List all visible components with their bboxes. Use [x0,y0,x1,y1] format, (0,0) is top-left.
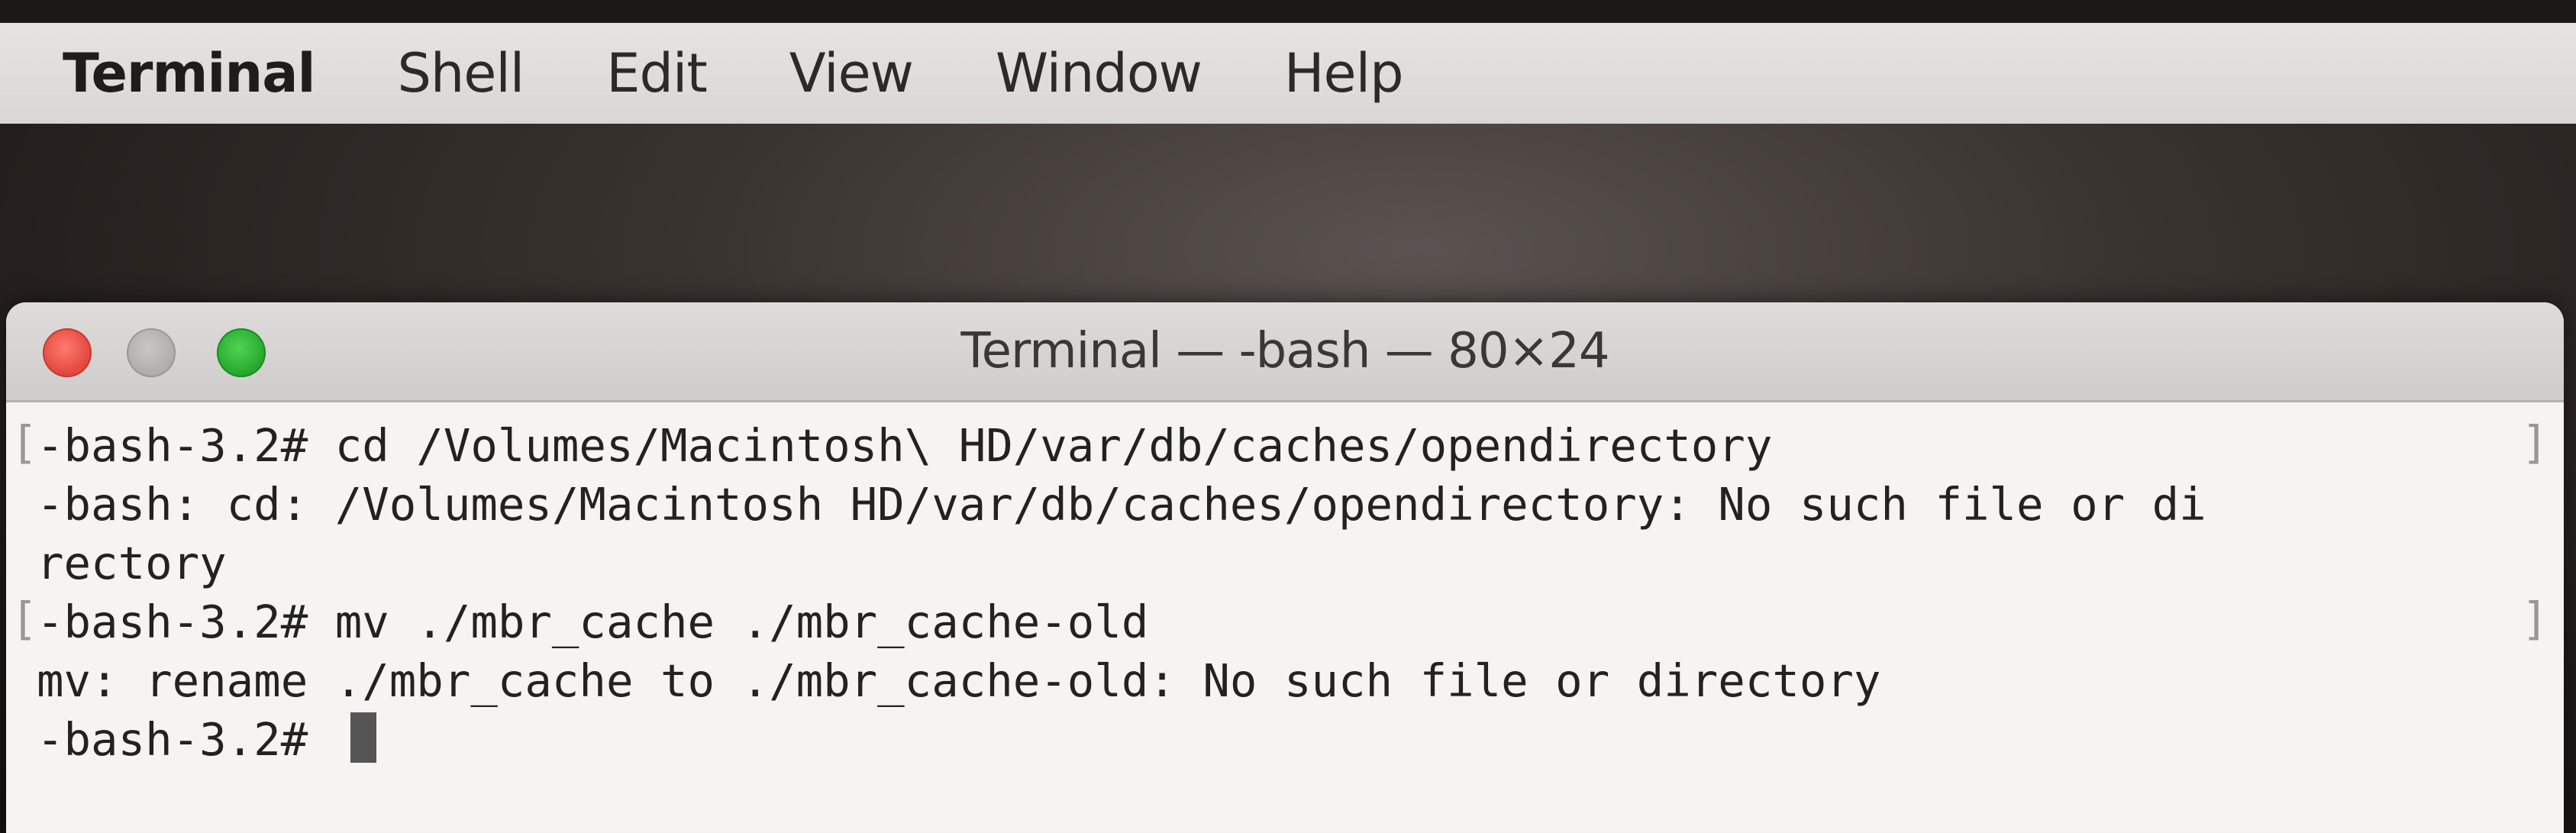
menu-shell[interactable]: Shell [397,42,525,105]
terminal-window: Terminal — -bash — 80×24 [ ] [ ] -bash-3… [6,302,2564,833]
menu-edit[interactable]: Edit [606,42,708,105]
terminal-line: -bash: cd: /Volumes/Macintosh HD/var/db/… [37,478,2206,531]
terminal-line: mv: rename ./mbr_cache to ./mbr_cache-ol… [37,654,1881,707]
window-title: Terminal — -bash — 80×24 [960,323,1609,379]
text-cursor [350,712,376,763]
mark-bracket-left: [ [11,416,38,469]
menu-help[interactable]: Help [1284,42,1404,105]
terminal-line: rectory [37,537,227,589]
terminal-prompt-line: -bash-3.2# [37,710,2564,769]
menu-window[interactable]: Window [996,42,1202,105]
mark-bracket-right: ] [2521,592,2549,645]
terminal-line: -bash-3.2# mv ./mbr_cache ./mbr_cache-ol… [37,596,1149,648]
mark-bracket-left: [ [11,592,38,645]
terminal-prompt: -bash-3.2# [37,713,335,766]
desktop-top-edge [0,0,2576,23]
mark-bracket-right: ] [2521,416,2549,469]
menu-view[interactable]: View [789,42,914,105]
terminal-output[interactable]: [ ] [ ] -bash-3.2# cd /Volumes/Macintosh… [6,402,2564,830]
menu-terminal[interactable]: Terminal [63,42,315,105]
window-titlebar[interactable]: Terminal — -bash — 80×24 [6,302,2564,402]
menu-bar: Terminal Shell Edit View Window Help [0,23,2576,124]
terminal-line: -bash-3.2# cd /Volumes/Macintosh\ HD/var… [37,419,1773,472]
